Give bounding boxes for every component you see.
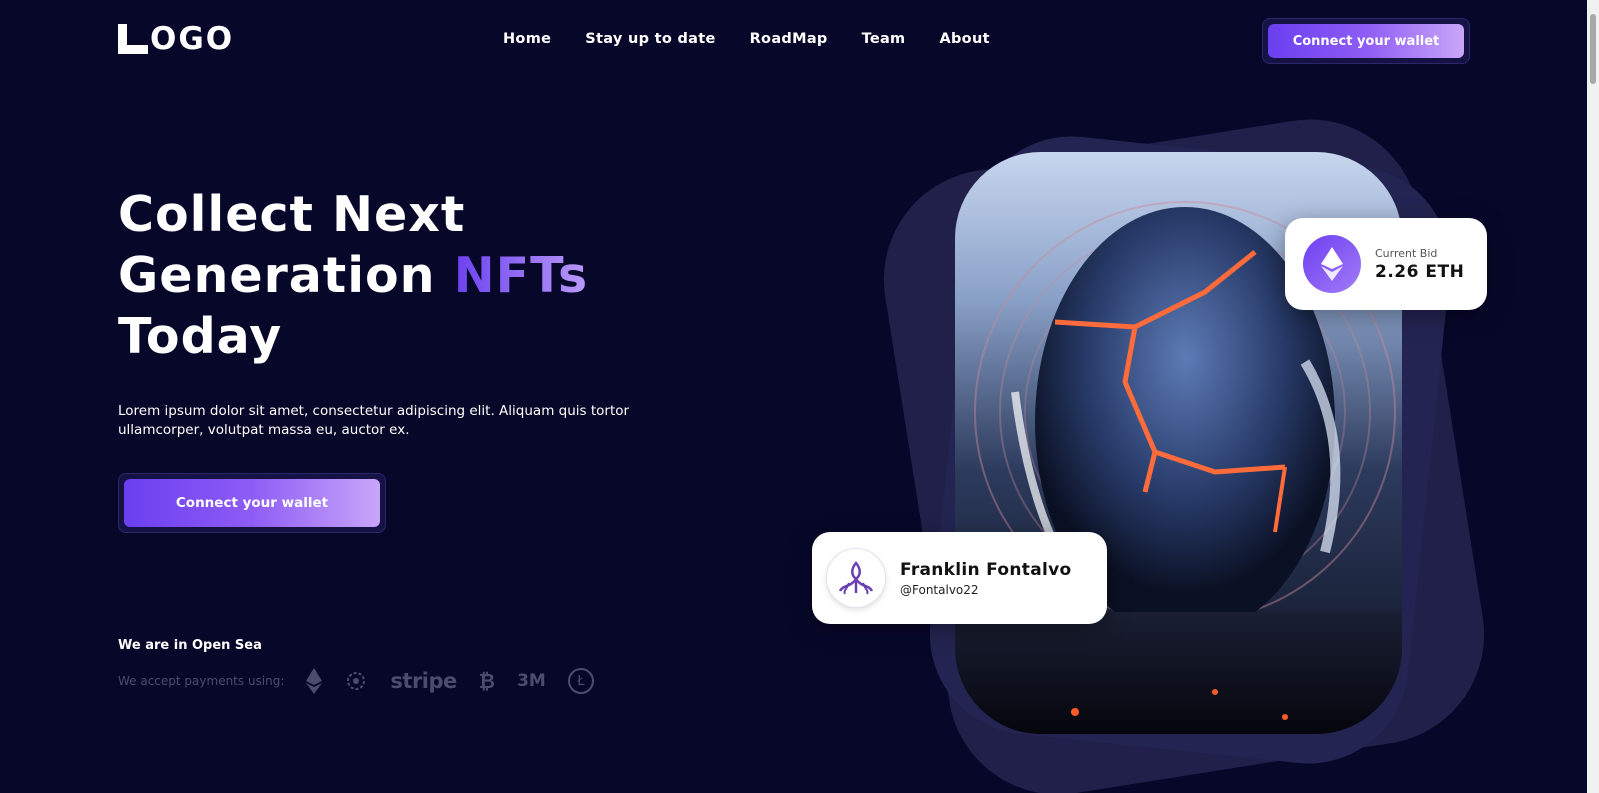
creator-card[interactable]: Franklin Fontalvo @Fontalvo22 [812,532,1107,624]
nav-home[interactable]: Home [503,31,551,47]
logo-mark-icon [118,24,148,54]
header-connect-wallet-wrap: Connect your wallet [1262,18,1470,64]
hero-description: Lorem ipsum dolor sit amet, consectetur … [118,403,630,438]
current-bid-card[interactable]: Current Bid 2.26 ETH [1285,218,1487,310]
main-nav: Home Stay up to date RoadMap Team About [503,31,990,47]
stripe-logo: stripe [390,669,457,693]
scrollbar-thumb[interactable] [1590,14,1596,84]
header-connect-wallet-button[interactable]: Connect your wallet [1268,24,1464,58]
nav-roadmap[interactable]: RoadMap [750,31,828,47]
page-scrollbar[interactable] [1587,0,1599,793]
logo[interactable]: OGO [118,21,235,57]
bid-label: Current Bid [1375,246,1438,260]
nav-about[interactable]: About [939,31,989,47]
cardano-icon [344,669,368,693]
logo-text: OGO [150,21,235,57]
creator-handle: @Fontalvo22 [900,582,979,597]
bid-value: 2.26 ETH [1375,261,1465,282]
hero-title-line2: Generation [118,247,454,304]
landing-page: OGO Home Stay up to date RoadMap Team Ab… [0,0,1599,793]
bid-info: Current Bid 2.26 ETH [1375,247,1464,282]
hero-connect-wallet-wrap: Connect your wallet [118,473,386,533]
payment-methods: We accept payments using: stripe ₿ 3M Ł [118,668,594,694]
creator-info: Franklin Fontalvo @Fontalvo22 [900,560,1071,597]
3m-logo: 3M [517,671,546,691]
hero-connect-wallet-button[interactable]: Connect your wallet [124,479,380,527]
ethereum-icon [306,668,323,694]
bitcoin-icon: ₿ [478,668,496,693]
litecoin-icon: Ł [567,668,594,694]
ethereum-icon [1303,235,1361,293]
payments-label: We accept payments using: [118,674,285,688]
hero-title-line3: Today [118,308,283,365]
nav-team[interactable]: Team [862,31,906,47]
hero-title: Collect Next Generation NFTs Today [118,184,588,367]
hero-title-line1: Collect Next [118,186,466,243]
opensea-heading: We are in Open Sea [118,638,262,653]
nav-stay-up-to-date[interactable]: Stay up to date [585,31,715,47]
creator-name: Franklin Fontalvo [900,559,1072,580]
hero-title-accent: NFTs [453,247,589,304]
kraken-logo-icon [838,561,874,595]
avatar [826,548,886,608]
